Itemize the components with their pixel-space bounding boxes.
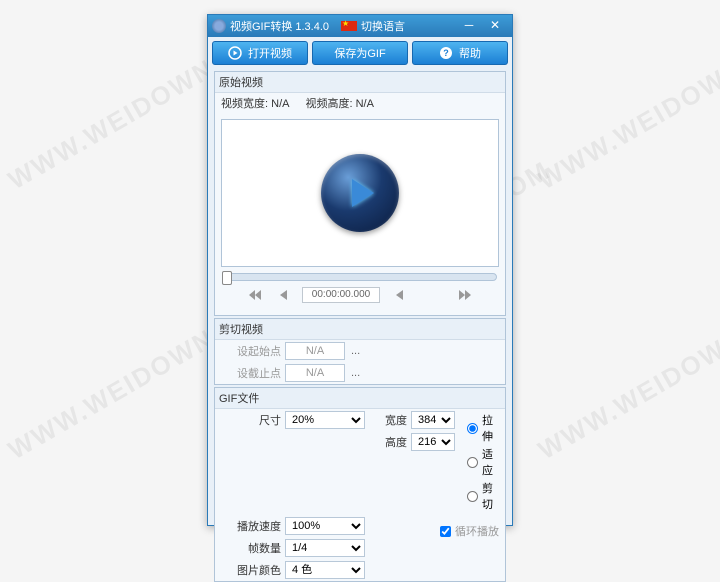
watermark: WWW.WEIDOWN.COM: [533, 15, 720, 196]
skip-back-button[interactable]: [246, 287, 264, 303]
help-label: 帮助: [459, 45, 481, 61]
fit-fit-radio[interactable]: 适应: [467, 445, 499, 479]
play-button[interactable]: [321, 154, 399, 232]
seek-slider[interactable]: [223, 273, 497, 281]
gif-width-label: 宽度: [377, 412, 407, 428]
gif-height-select[interactable]: 216: [411, 433, 455, 451]
gif-size-select[interactable]: 20%: [285, 411, 365, 429]
fit-crop-radio[interactable]: 剪切: [467, 479, 499, 513]
clip-start-label: 设起始点: [221, 343, 281, 359]
watermark: WWW.WEIDOWN.COM: [533, 285, 720, 466]
clip-end-browse[interactable]: ...: [349, 367, 362, 379]
loop-checkbox[interactable]: 循环播放: [440, 517, 499, 539]
gif-size-label: 尺寸: [221, 412, 281, 428]
gif-panel-title: GIF文件: [215, 388, 505, 409]
play-circle-icon: [228, 46, 242, 60]
clip-panel-title: 剪切视频: [215, 319, 505, 340]
open-video-button[interactable]: 打开视频: [212, 41, 308, 65]
gif-colors-select[interactable]: 4 色: [285, 561, 365, 579]
window-title: 视频GIF转换 1.3.4.0: [230, 18, 329, 34]
gif-width-select[interactable]: 384: [411, 411, 455, 429]
flag-icon: [341, 21, 357, 31]
minimize-button[interactable]: ─: [456, 18, 482, 34]
skip-forward-button[interactable]: [456, 287, 474, 303]
close-button[interactable]: ✕: [482, 18, 508, 34]
app-window: 视频GIF转换 1.3.4.0 切换语言 ─ ✕ 打开视频 保存为GIF ? 帮…: [207, 14, 513, 526]
video-preview: [221, 119, 499, 267]
clip-panel: 剪切视频 设起始点 ... 设截止点 ...: [214, 318, 506, 385]
gif-panel: GIF文件 尺寸 20% 宽度 384 高度 216 拉伸: [214, 387, 506, 582]
help-button[interactable]: ? 帮助: [412, 41, 508, 65]
source-dimensions: 视频宽度: N/A 视频高度: N/A: [215, 93, 505, 113]
help-icon: ?: [439, 46, 453, 60]
gif-speed-select[interactable]: 100%: [285, 517, 365, 535]
gif-colors-label: 图片颜色: [221, 562, 281, 578]
toolbar: 打开视频 保存为GIF ? 帮助: [208, 37, 512, 69]
step-back-button[interactable]: [274, 287, 292, 303]
svg-text:?: ?: [443, 48, 449, 58]
save-gif-button[interactable]: 保存为GIF: [312, 41, 408, 65]
clip-start-input[interactable]: [285, 342, 345, 360]
gif-frames-label: 帧数量: [221, 540, 281, 556]
titlebar[interactable]: 视频GIF转换 1.3.4.0 切换语言 ─ ✕: [208, 15, 512, 37]
clip-end-label: 设截止点: [221, 365, 281, 381]
seek-thumb[interactable]: [222, 271, 232, 285]
open-video-label: 打开视频: [248, 45, 292, 61]
fit-stretch-radio[interactable]: 拉伸: [467, 411, 499, 445]
app-icon: [212, 19, 226, 33]
gif-height-label: 高度: [377, 434, 407, 450]
language-switch[interactable]: 切换语言: [361, 18, 456, 34]
clip-end-input[interactable]: [285, 364, 345, 382]
clip-start-browse[interactable]: ...: [349, 345, 362, 357]
gif-frames-select[interactable]: 1/4: [285, 539, 365, 557]
gif-speed-label: 播放速度: [221, 518, 281, 534]
timecode-display: 00:00:00.000: [302, 287, 380, 303]
save-gif-label: 保存为GIF: [334, 45, 385, 61]
source-panel-title: 原始视频: [215, 72, 505, 93]
source-panel: 原始视频 视频宽度: N/A 视频高度: N/A 00:00:00.: [214, 71, 506, 316]
step-forward-button[interactable]: [390, 287, 408, 303]
